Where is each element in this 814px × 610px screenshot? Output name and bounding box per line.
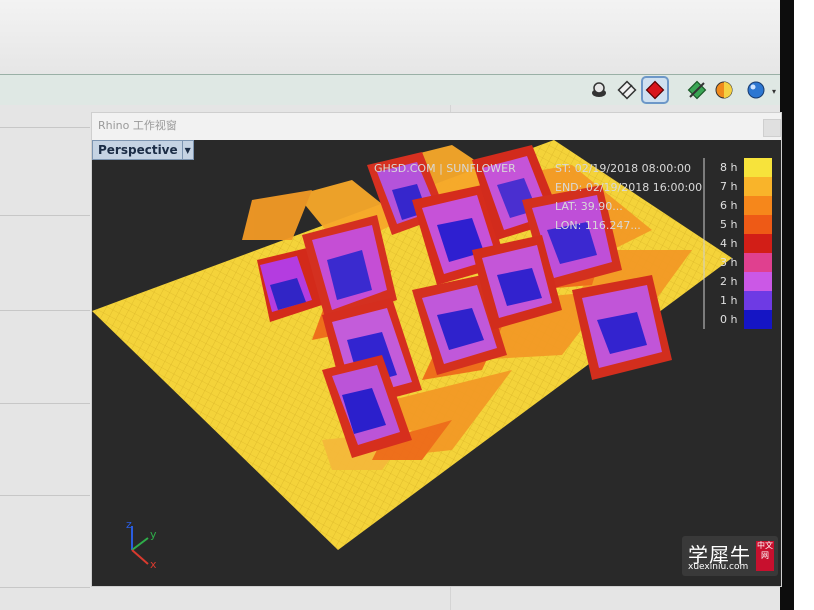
legend-label: 2 h <box>720 275 737 288</box>
legend-label: 7 h <box>720 180 737 193</box>
window-title: Rhino 工作视窗 <box>98 119 177 132</box>
render-mesh-icon[interactable] <box>587 78 611 102</box>
legend: 8 h 7 h 6 h 5 h 4 h 3 h 2 h 1 h 0 h <box>703 158 772 329</box>
sunlight-hours-scene: GHSD.COM | SUNFLOWER ST: 02/19/2018 08:0… <box>92 140 772 571</box>
color-sphere-icon[interactable] <box>744 78 768 102</box>
axis-z-label: z <box>126 518 132 531</box>
viewport-label[interactable]: Perspective ▼ <box>92 140 194 160</box>
legend-label: 1 h <box>720 294 737 307</box>
legend-swatch <box>744 253 772 272</box>
legend-swatch <box>744 215 772 234</box>
legend-swatch <box>744 177 772 196</box>
title-area <box>0 0 780 74</box>
legend-label: 0 h <box>720 313 737 326</box>
legend-label: 3 h <box>720 256 737 269</box>
disable-preview-icon[interactable] <box>685 78 709 102</box>
legend-label: 5 h <box>720 218 737 231</box>
longitude-text: LON: 116.247... <box>555 219 641 232</box>
legend-swatch <box>744 310 772 329</box>
legend-swatch <box>744 272 772 291</box>
latitude-text: LAT: 39.90... <box>555 200 623 213</box>
legend-label: 4 h <box>720 237 737 250</box>
watermark-tag: 中文网 <box>756 541 774 571</box>
axis-y-label: y <box>150 528 157 541</box>
chevron-down-icon[interactable]: ▾ <box>772 87 776 96</box>
legend-swatch <box>744 158 772 177</box>
credit-text: GHSD.COM | SUNFLOWER <box>374 162 516 175</box>
viewport-label-text: Perspective <box>98 143 178 157</box>
legend-label: 6 h <box>720 199 737 212</box>
axis-indicator: z y x <box>126 518 157 571</box>
toolbar: ▾ <box>0 74 780 106</box>
legend-label: 8 h <box>720 161 737 174</box>
legend-swatch <box>744 196 772 215</box>
render-preview-icon[interactable] <box>641 76 669 104</box>
perspective-viewport[interactable]: GHSD.COM | SUNFLOWER ST: 02/19/2018 08:0… <box>92 140 781 586</box>
end-time-text: END: 02/19/2018 16:00:00 <box>555 181 702 194</box>
window-control-button[interactable] <box>763 119 781 137</box>
watermark-logo: 学犀牛 xuexiniu.com 中文网 <box>682 536 778 576</box>
watermark-url: xuexiniu.com <box>688 562 749 572</box>
legend-swatch <box>744 291 772 310</box>
start-time-text: ST: 02/19/2018 08:00:00 <box>555 162 691 175</box>
window-edge <box>780 0 794 610</box>
axis-x-label: x <box>150 558 157 571</box>
chevron-down-icon[interactable]: ▼ <box>181 141 193 159</box>
wireframe-icon[interactable] <box>615 78 639 102</box>
legend-swatch <box>744 234 772 253</box>
shaded-sphere-icon[interactable] <box>712 78 736 102</box>
rhino-viewport-window[interactable]: Rhino 工作视窗 GHSD.COM | SUNFLOWER ST: 02/1… <box>91 112 782 587</box>
